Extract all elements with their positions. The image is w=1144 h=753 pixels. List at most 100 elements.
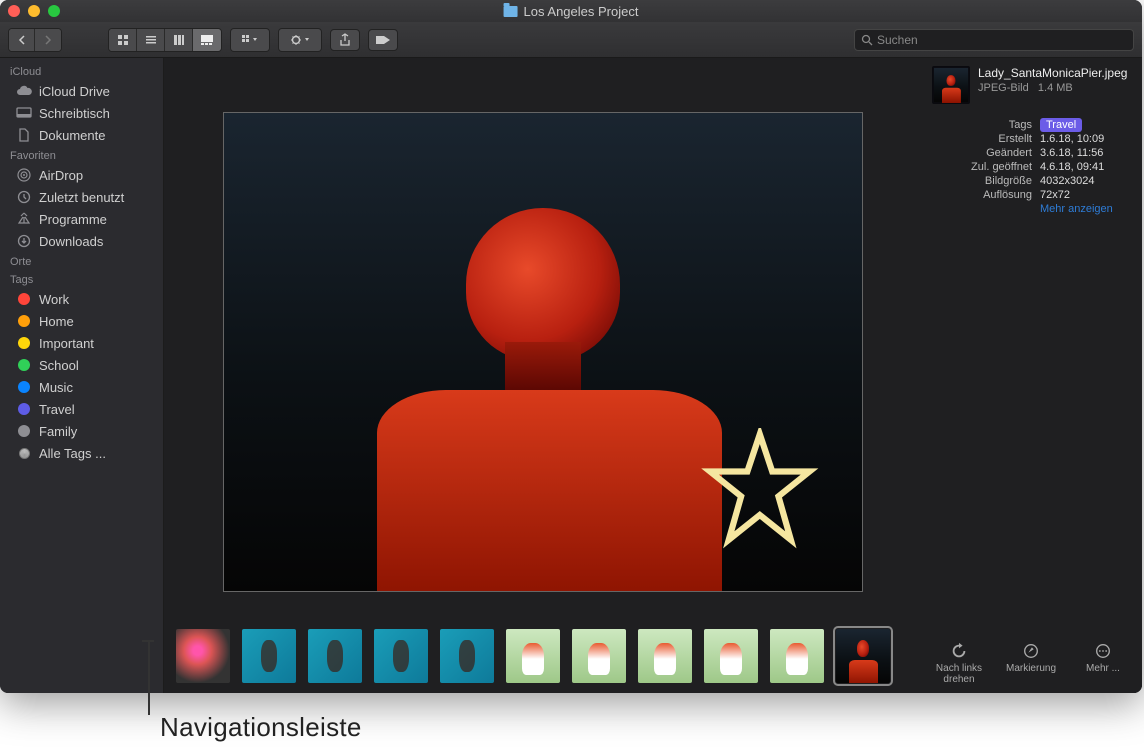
sidebar-item-label: Music bbox=[39, 380, 73, 395]
info-filetype: JPEG-Bild 1.4 MB bbox=[978, 82, 1132, 94]
thumbnail[interactable] bbox=[572, 629, 626, 683]
sidebar-header: iCloud bbox=[0, 62, 163, 80]
action-button[interactable] bbox=[279, 29, 321, 51]
tag-icon bbox=[16, 335, 32, 351]
info-label: Tags bbox=[1009, 119, 1032, 131]
preview-container bbox=[164, 58, 922, 625]
thumbnail[interactable] bbox=[638, 629, 692, 683]
info-thumbnail bbox=[932, 66, 970, 104]
more-link[interactable]: Mehr anzeigen bbox=[1040, 203, 1113, 215]
info-label: Bildgröße bbox=[985, 175, 1032, 187]
sidebar-item-label: Home bbox=[39, 314, 74, 329]
info-label: Geändert bbox=[986, 147, 1032, 159]
sidebar-item-label: Schreibtisch bbox=[39, 106, 110, 121]
back-button[interactable] bbox=[9, 29, 35, 51]
sidebar-item-label: Zuletzt benutzt bbox=[39, 190, 124, 205]
window-controls bbox=[8, 5, 60, 17]
sidebar-item-label: Important bbox=[39, 336, 94, 351]
thumbnail-strip bbox=[164, 625, 922, 687]
titlebar: Los Angeles Project bbox=[0, 0, 1142, 22]
action-label: Nach links drehen bbox=[930, 663, 988, 685]
download-icon bbox=[16, 233, 32, 249]
gallery-view-button[interactable] bbox=[193, 29, 221, 51]
action-rotate[interactable]: Nach links drehen bbox=[930, 642, 988, 685]
thumbnail[interactable] bbox=[176, 629, 230, 683]
thumbnail[interactable] bbox=[374, 629, 428, 683]
forward-button[interactable] bbox=[35, 29, 61, 51]
tags-button[interactable] bbox=[368, 29, 398, 51]
share-button[interactable] bbox=[330, 29, 360, 51]
callout-label: Navigationsleiste bbox=[160, 712, 362, 743]
thumbnail[interactable] bbox=[308, 629, 362, 683]
action-menu bbox=[278, 28, 322, 52]
info-label: Erstellt bbox=[998, 133, 1032, 145]
folder-icon bbox=[504, 6, 518, 17]
action-label: Mehr ... bbox=[1086, 663, 1120, 674]
sidebar-item[interactable]: Work bbox=[0, 288, 163, 310]
sidebar-item-label: Alle Tags ... bbox=[39, 446, 106, 461]
list-view-button[interactable] bbox=[137, 29, 165, 51]
quick-actions: Nach links drehen Markierung Mehr ... bbox=[930, 642, 1132, 685]
icon-view-button[interactable] bbox=[109, 29, 137, 51]
sidebar-item-label: Programme bbox=[39, 212, 107, 227]
maximize-button[interactable] bbox=[48, 5, 60, 17]
info-value: 1.6.18, 10:09 bbox=[1040, 133, 1132, 145]
thumbnail[interactable] bbox=[836, 629, 890, 683]
search-icon bbox=[861, 34, 873, 46]
search-field[interactable]: Suchen bbox=[854, 29, 1134, 51]
info-row: Erstellt 1.6.18, 10:09 bbox=[932, 132, 1132, 146]
thumbnail[interactable] bbox=[704, 629, 758, 683]
sidebar-item-label: Travel bbox=[39, 402, 75, 417]
window-title: Los Angeles Project bbox=[504, 4, 639, 19]
thumbnail[interactable] bbox=[506, 629, 560, 683]
sidebar-item[interactable]: AirDrop bbox=[0, 164, 163, 186]
sidebar-item[interactable]: iCloud Drive bbox=[0, 80, 163, 102]
sidebar-item[interactable]: Schreibtisch bbox=[0, 102, 163, 124]
close-button[interactable] bbox=[8, 5, 20, 17]
sidebar-item[interactable]: Alle Tags ... bbox=[0, 442, 163, 464]
info-row: Geändert 3.6.18, 11:56 bbox=[932, 146, 1132, 160]
sidebar-item-label: Work bbox=[39, 292, 69, 307]
info-value: 3.6.18, 11:56 bbox=[1040, 147, 1132, 159]
sidebar-item[interactable]: Music bbox=[0, 376, 163, 398]
sidebar-item[interactable]: School bbox=[0, 354, 163, 376]
sidebar-item-label: School bbox=[39, 358, 79, 373]
sidebar-item[interactable]: Travel bbox=[0, 398, 163, 420]
preview-area bbox=[164, 58, 922, 693]
sidebar-item-label: Family bbox=[39, 424, 77, 439]
thumbnail[interactable] bbox=[242, 629, 296, 683]
info-rows: Tags Travel Erstellt 1.6.18, 10:09 Geändert 3… bbox=[932, 118, 1132, 216]
sidebar-item[interactable]: Programme bbox=[0, 208, 163, 230]
thumbnail[interactable] bbox=[440, 629, 494, 683]
window-title-text: Los Angeles Project bbox=[524, 4, 639, 19]
preview-image[interactable] bbox=[223, 112, 863, 592]
sidebar-item[interactable]: Home bbox=[0, 310, 163, 332]
tag-icon bbox=[16, 401, 32, 417]
action-more[interactable]: Mehr ... bbox=[1074, 642, 1132, 685]
group-button[interactable] bbox=[231, 29, 269, 51]
tag-icon bbox=[16, 313, 32, 329]
info-value: 72x72 bbox=[1040, 189, 1132, 201]
sidebar-item[interactable]: Zuletzt benutzt bbox=[0, 186, 163, 208]
info-value: 4.6.18, 09:41 bbox=[1040, 161, 1132, 173]
info-row: Tags Travel bbox=[932, 118, 1132, 132]
main-area: Lady_SantaMonicaPier.jpeg JPEG-Bild 1.4 … bbox=[164, 58, 1142, 693]
thumbnail[interactable] bbox=[770, 629, 824, 683]
cloud-icon bbox=[16, 83, 32, 99]
tag-icon bbox=[16, 291, 32, 307]
info-row: Auflösung72x72 bbox=[932, 188, 1132, 202]
nav-buttons bbox=[8, 28, 62, 52]
sidebar-header: Orte bbox=[0, 252, 163, 270]
sidebar-item-label: Downloads bbox=[39, 234, 103, 249]
action-markup[interactable]: Markierung bbox=[1002, 642, 1060, 685]
info-panel: Lady_SantaMonicaPier.jpeg JPEG-Bild 1.4 … bbox=[922, 58, 1142, 693]
action-label: Markierung bbox=[1006, 663, 1056, 674]
sidebar-item[interactable]: Downloads bbox=[0, 230, 163, 252]
sidebar-item[interactable]: Important bbox=[0, 332, 163, 354]
minimize-button[interactable] bbox=[28, 5, 40, 17]
column-view-button[interactable] bbox=[165, 29, 193, 51]
info-value: Travel bbox=[1040, 119, 1132, 131]
sidebar-item[interactable]: Dokumente bbox=[0, 124, 163, 146]
sidebar-item[interactable]: Family bbox=[0, 420, 163, 442]
finder-window: Los Angeles Project Suchen iCloudiClou bbox=[0, 0, 1142, 693]
